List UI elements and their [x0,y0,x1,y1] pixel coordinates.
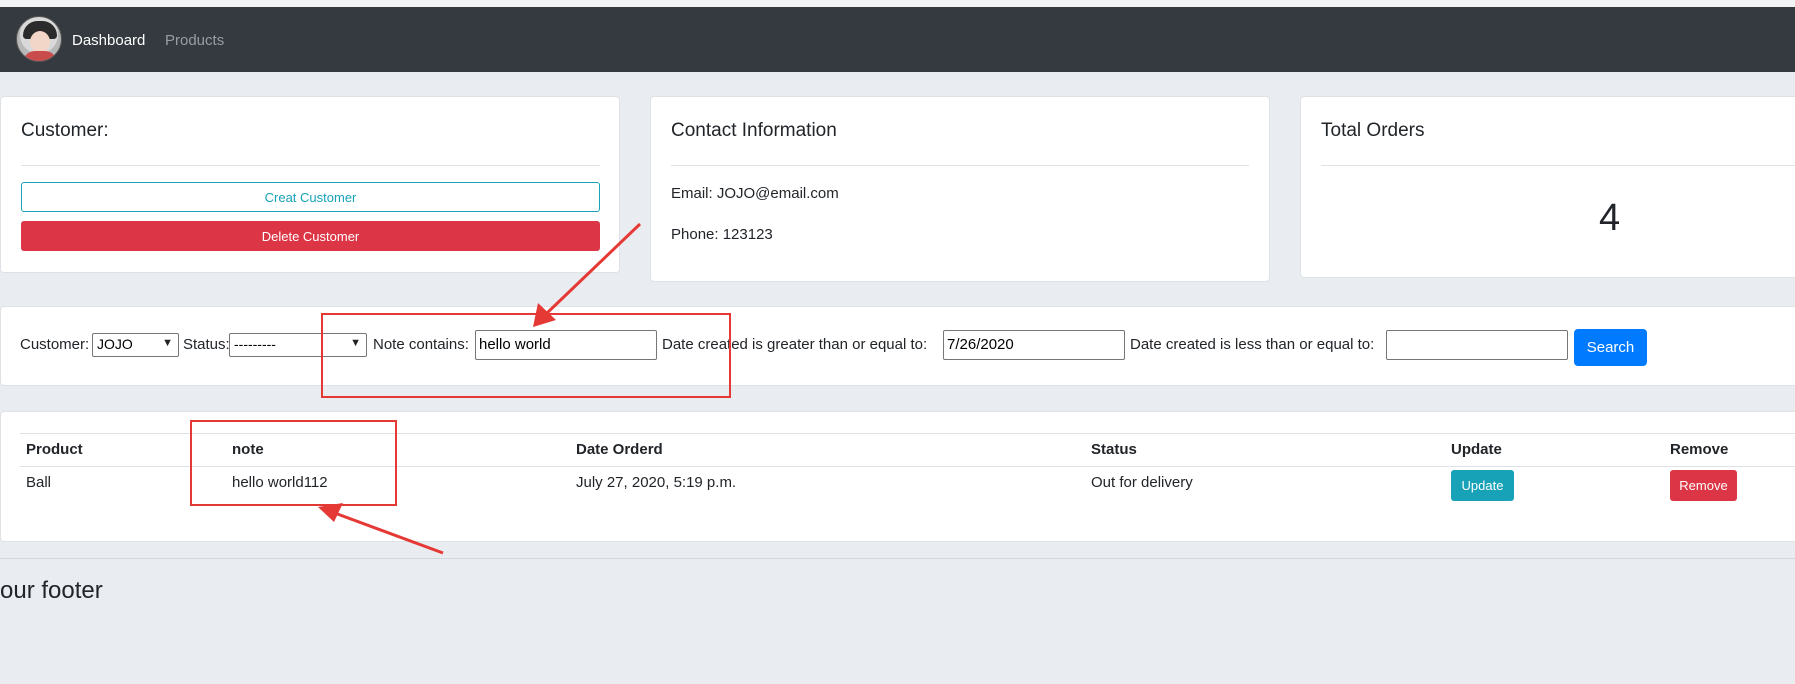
annotation-arrows [318,222,642,555]
